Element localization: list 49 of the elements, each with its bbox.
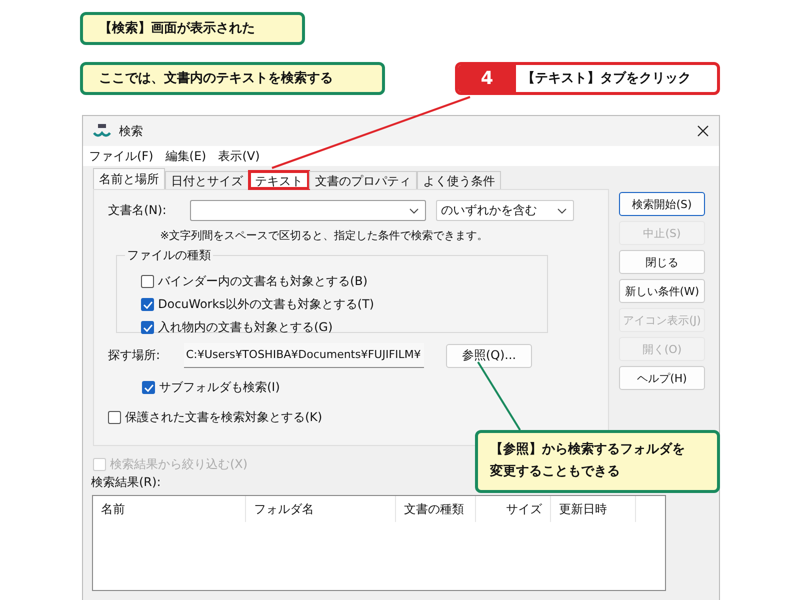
- tab[interactable]: よく使う条件: [417, 171, 501, 189]
- checkbox[interactable]: [141, 321, 154, 334]
- menu-item[interactable]: 表示(V): [218, 148, 260, 164]
- tab[interactable]: 文書のプロパティ: [309, 171, 417, 189]
- dialog-button[interactable]: ヘルプ(H): [619, 366, 705, 390]
- chevron-down-icon[interactable]: [557, 208, 567, 214]
- checkbox-label: 検索結果から絞り込む(X): [110, 456, 248, 472]
- app-logo-icon: [93, 124, 111, 138]
- tab[interactable]: 日付とサイズ: [165, 171, 249, 189]
- dialog-button[interactable]: 検索開始(S): [619, 192, 705, 216]
- tab[interactable]: 名前と場所: [93, 168, 165, 189]
- caption-note: 【検索】画面が表示された: [80, 12, 305, 45]
- checkbox-label: 保護された文書を検索対象とする(K): [125, 409, 322, 426]
- document-name-field[interactable]: [190, 200, 426, 221]
- group-label: ファイルの種類: [125, 247, 213, 264]
- tab[interactable]: テキスト: [249, 171, 309, 189]
- checkbox[interactable]: [142, 381, 155, 394]
- tip-callout: 【参照】から検索するフォルダを 変更することもできる: [475, 430, 720, 493]
- column-header[interactable]: フォルダ名: [246, 496, 396, 522]
- menu-item[interactable]: ファイル(F): [89, 148, 154, 164]
- step-text: 【テキスト】タブをクリック: [521, 70, 691, 88]
- checkbox[interactable]: [141, 275, 154, 288]
- menu-item[interactable]: 編集(E): [165, 148, 206, 164]
- field-label: 探す場所:: [108, 347, 162, 364]
- dialog-button[interactable]: 閉じる: [619, 250, 705, 274]
- checkbox-label: バインダー内の文書名も対象とする(B): [158, 273, 368, 290]
- column-header[interactable]: 名前: [93, 496, 246, 522]
- results-label: 検索結果(R):: [91, 474, 162, 491]
- step-number: 4: [458, 65, 516, 92]
- field-label: 文書名(N):: [108, 202, 168, 219]
- close-icon[interactable]: [697, 125, 709, 137]
- match-dropdown[interactable]: のいずれかを含む: [436, 200, 574, 221]
- window-title: 検索: [119, 122, 143, 140]
- checkbox-label: DocuWorks以外の文書も対象とする(T): [158, 296, 374, 313]
- browse-button[interactable]: 参照(Q)...: [446, 344, 532, 368]
- column-header[interactable]: サイズ: [476, 496, 551, 522]
- checkbox[interactable]: [141, 298, 154, 311]
- dialog-button[interactable]: 新しい条件(W): [619, 279, 705, 303]
- column-header[interactable]: 更新日時: [551, 496, 636, 522]
- checkbox-label: サブフォルダも検索(I): [159, 379, 280, 396]
- location-field[interactable]: C:¥Users¥TOSHIBA¥Documents¥FUJIFILM¥: [184, 343, 424, 368]
- column-header[interactable]: 文書の種類: [396, 496, 476, 522]
- checkbox-label: 入れ物内の文書も対象とする(G): [158, 319, 333, 336]
- leader-line: [477, 361, 521, 431]
- checkbox[interactable]: [108, 411, 121, 424]
- chevron-down-icon[interactable]: [409, 208, 419, 214]
- caption-note: ここでは、文書内のテキストを検索する: [80, 62, 385, 95]
- hint-text: ※文字列間をスペースで区切ると、指定した条件で検索できます。: [160, 228, 490, 243]
- results-list[interactable]: 名前 フォルダ名 文書の種類 サイズ 更新日時: [92, 495, 666, 591]
